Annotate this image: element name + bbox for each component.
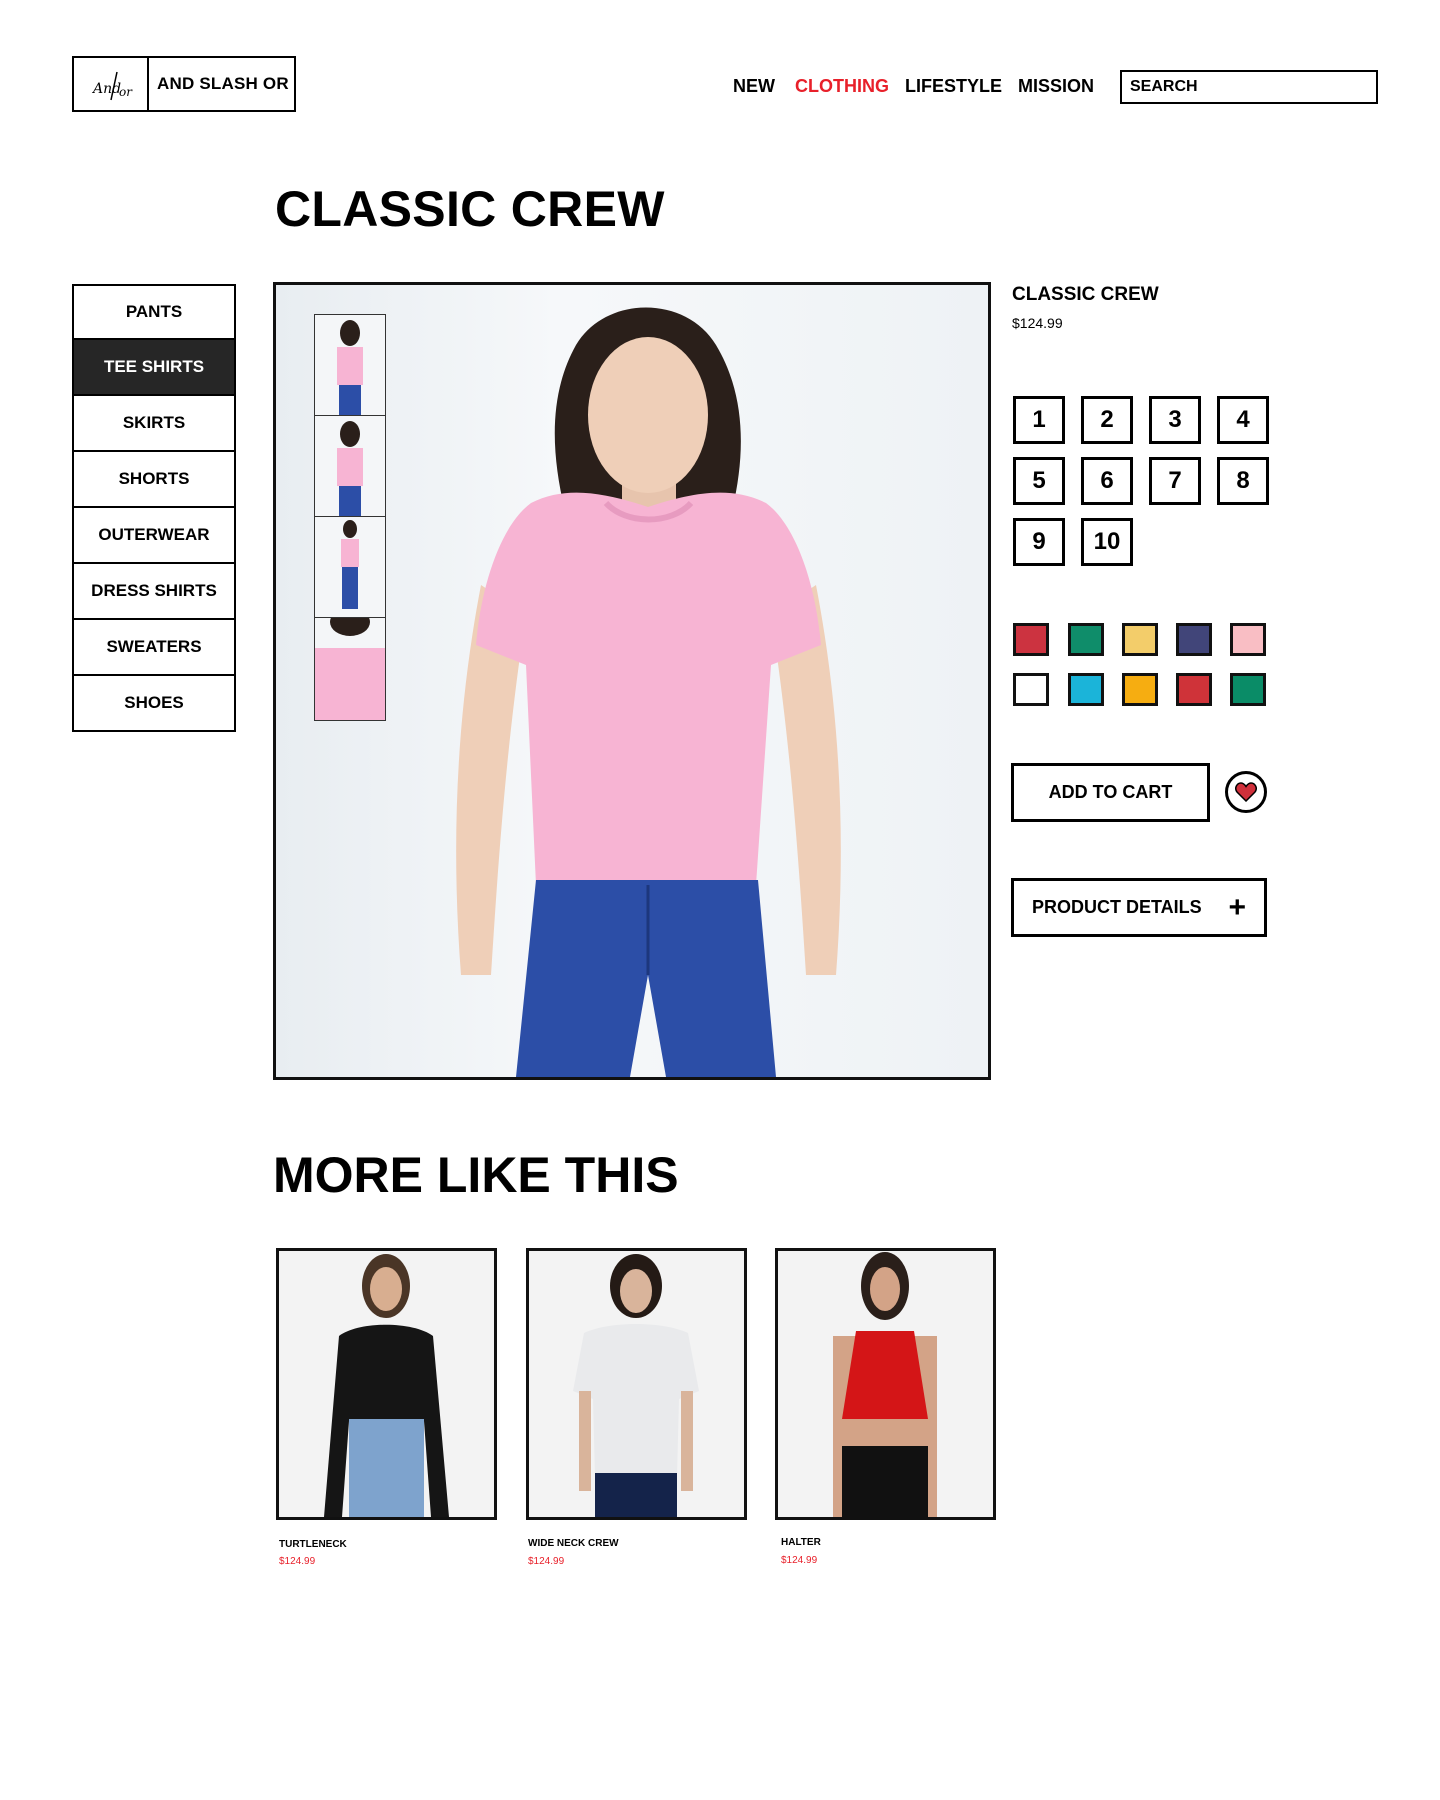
product-card-halter[interactable] [775, 1248, 996, 1520]
sidebar-item-skirts[interactable]: SKIRTS [72, 396, 236, 452]
product-card-price: $124.99 [279, 1556, 316, 1567]
sidebar-item-shoes[interactable]: SHOES [72, 676, 236, 732]
product-card-price: $124.99 [781, 1555, 818, 1566]
product-card-turtleneck[interactable] [276, 1248, 497, 1520]
size-option-9[interactable]: 9 [1013, 518, 1065, 566]
add-to-cart-button[interactable]: ADD TO CART [1011, 763, 1210, 822]
size-option-4[interactable]: 4 [1217, 396, 1269, 444]
color-swatch[interactable] [1068, 673, 1104, 706]
nav-mission[interactable]: MISSION [1018, 76, 1094, 97]
color-swatch[interactable] [1176, 623, 1212, 656]
size-option-1[interactable]: 1 [1013, 396, 1065, 444]
product-name: CLASSIC CREW [1012, 284, 1159, 305]
product-card-name[interactable]: TURTLENECK [279, 1539, 347, 1550]
logo-text: AND SLASH OR [157, 74, 289, 93]
color-swatch[interactable] [1122, 673, 1158, 706]
svg-text:or: or [119, 85, 133, 99]
size-option-8[interactable]: 8 [1217, 457, 1269, 505]
sidebar-item-pants[interactable]: PANTS [72, 284, 236, 340]
sidebar-item-outerwear[interactable]: OUTERWEAR [72, 508, 236, 564]
size-option-5[interactable]: 5 [1013, 457, 1065, 505]
sidebar-item-sweaters[interactable]: SWEATERS [72, 620, 236, 676]
size-option-6[interactable]: 6 [1081, 457, 1133, 505]
jeans-shape [516, 880, 776, 1077]
product-card-price: $124.99 [528, 1556, 565, 1567]
thumbnail-3[interactable] [314, 516, 386, 620]
color-swatch[interactable] [1068, 623, 1104, 656]
plus-icon: + [1228, 890, 1246, 924]
color-swatch[interactable] [1122, 623, 1158, 656]
sidebar-item-dress-shirts[interactable]: DRESS SHIRTS [72, 564, 236, 620]
sidebar-item-tee-shirts[interactable]: TEE SHIRTS [72, 340, 236, 396]
search-input[interactable] [1122, 72, 1376, 102]
nav-lifestyle[interactable]: LIFESTYLE [905, 76, 1002, 97]
nav-clothing[interactable]: CLOTHING [795, 76, 889, 97]
svg-text:And: And [91, 81, 121, 97]
shirt-shape [476, 492, 821, 885]
product-card-name[interactable]: HALTER [781, 1537, 821, 1548]
search-box[interactable] [1120, 70, 1378, 104]
logo-mark: And or [74, 58, 149, 110]
size-option-7[interactable]: 7 [1149, 457, 1201, 505]
favorite-button[interactable] [1225, 771, 1267, 813]
size-option-3[interactable]: 3 [1149, 396, 1201, 444]
category-sidebar: PANTS TEE SHIRTS SKIRTS SHORTS OUTERWEAR… [72, 284, 236, 732]
heart-icon [1235, 782, 1257, 802]
product-card-name[interactable]: WIDE NECK CREW [528, 1538, 619, 1549]
thumbnail-2[interactable] [314, 415, 386, 519]
color-swatch[interactable] [1176, 673, 1212, 706]
color-swatch[interactable] [1013, 673, 1049, 706]
color-swatch[interactable] [1230, 673, 1266, 706]
product-details-toggle[interactable]: PRODUCT DETAILS + [1011, 878, 1267, 937]
product-price: $124.99 [1012, 315, 1063, 331]
color-swatch[interactable] [1013, 623, 1049, 656]
site-logo[interactable]: And or AND SLASH OR [72, 56, 296, 112]
size-option-2[interactable]: 2 [1081, 396, 1133, 444]
product-card-wide-neck-crew[interactable] [526, 1248, 747, 1520]
product-details-label: PRODUCT DETAILS [1032, 897, 1202, 917]
page-title: CLASSIC CREW [275, 181, 665, 237]
thumbnail-1[interactable] [314, 314, 386, 418]
more-like-this-heading: MORE LIKE THIS [273, 1147, 679, 1203]
size-option-10[interactable]: 10 [1081, 518, 1133, 566]
product-main-image[interactable] [273, 282, 991, 1080]
color-swatch[interactable] [1230, 623, 1266, 656]
thumbnail-4[interactable] [314, 617, 386, 721]
sidebar-item-shorts[interactable]: SHORTS [72, 452, 236, 508]
nav-new[interactable]: NEW [733, 76, 775, 97]
